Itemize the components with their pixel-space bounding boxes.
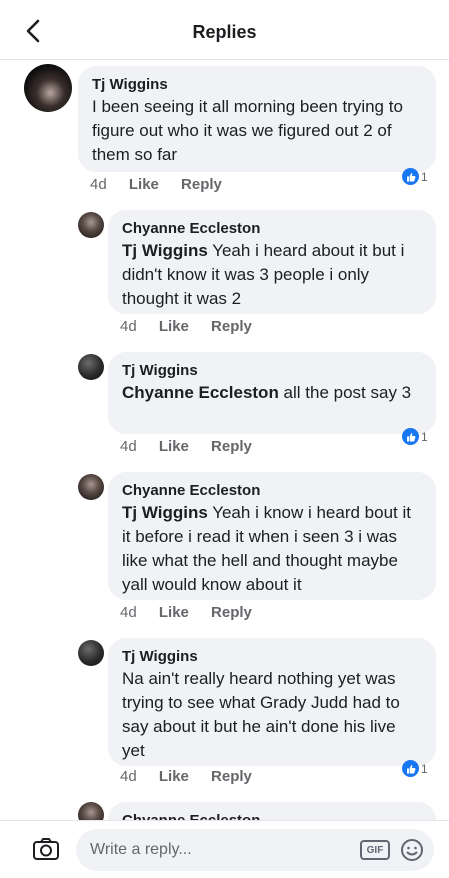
reply-comment: Chyanne Eccleston Tj Wiggins Yeah i hear… <box>0 206 449 336</box>
comment-time: 4d <box>120 318 137 335</box>
mention-link[interactable]: Tj Wiggins <box>122 503 208 522</box>
avatar[interactable] <box>24 64 72 112</box>
comment-bubble: Chyanne Eccleston <box>108 802 436 820</box>
comment-author[interactable]: Tj Wiggins <box>122 647 422 667</box>
reaction-number: 1 <box>421 429 428 444</box>
comment-author[interactable]: Chyanne Eccleston <box>122 219 422 239</box>
comment-text: Tj Wiggins Yeah i heard about it but i d… <box>122 239 422 311</box>
mention-link[interactable]: Chyanne Eccleston <box>122 383 279 402</box>
reply-input[interactable] <box>90 839 350 861</box>
reply-button[interactable]: Reply <box>211 604 252 621</box>
reaction-count[interactable]: 1 <box>402 760 428 777</box>
like-button[interactable]: Like <box>129 176 159 193</box>
comment-author[interactable]: Chyanne Eccleston <box>122 481 422 501</box>
reaction-count[interactable]: 1 <box>402 168 428 185</box>
reply-button[interactable]: Reply <box>211 768 252 785</box>
comment-author[interactable]: Tj Wiggins <box>122 361 422 381</box>
mention-link[interactable]: Tj Wiggins <box>122 241 208 260</box>
reply-comment: Chyanne Eccleston Tj Wiggins Yeah i know… <box>0 468 449 628</box>
like-reaction-icon <box>402 168 419 185</box>
comment-author[interactable]: Chyanne Eccleston <box>122 811 422 820</box>
like-button[interactable]: Like <box>159 438 189 455</box>
comment-author[interactable]: Tj Wiggins <box>92 75 422 95</box>
avatar[interactable] <box>78 212 104 238</box>
header-bar: Replies <box>0 0 449 60</box>
reply-composer: GIF <box>0 820 449 878</box>
reply-button[interactable]: Reply <box>211 438 252 455</box>
comment-text: Na ain't really heard nothing yet was tr… <box>122 669 400 760</box>
comment-text: I been seeing it all morning been trying… <box>92 97 403 164</box>
reaction-number: 1 <box>421 169 428 184</box>
comment-actions: 4d Like Reply <box>120 318 270 335</box>
like-button[interactable]: Like <box>159 604 189 621</box>
comment-actions: 4d Like Reply <box>120 438 270 455</box>
comment-body: all the post say 3 <box>278 383 412 402</box>
comment-time: 4d <box>120 604 137 621</box>
comment-actions: 4d Like Reply <box>120 604 270 621</box>
page-title: Replies <box>192 22 257 42</box>
comment-bubble: Tj Wiggins Chyanne Eccleston all the pos… <box>108 352 436 434</box>
reply-comment: Chyanne Eccleston <box>0 800 449 820</box>
comment-text: Tj Wiggins Yeah i know i heard bout it i… <box>122 501 422 597</box>
reaction-count[interactable]: 1 <box>402 428 428 445</box>
reaction-number: 1 <box>421 761 428 776</box>
replies-thread[interactable]: Tj Wiggins I been seeing it all morning … <box>0 60 449 820</box>
comment-time: 4d <box>120 438 137 455</box>
like-reaction-icon <box>402 760 419 777</box>
comment-top: Tj Wiggins I been seeing it all morning … <box>0 60 449 200</box>
reply-button[interactable]: Reply <box>181 176 222 193</box>
emoji-icon[interactable] <box>400 838 424 862</box>
avatar[interactable] <box>78 474 104 500</box>
comment-bubble: Tj Wiggins Na ain't really heard nothing… <box>108 638 436 766</box>
comment-bubble: Tj Wiggins I been seeing it all morning … <box>78 66 436 172</box>
avatar[interactable] <box>78 640 104 666</box>
reply-comment: Tj Wiggins Na ain't really heard nothing… <box>0 634 449 794</box>
gif-button[interactable]: GIF <box>360 840 390 860</box>
comment-actions: 4d Like Reply <box>90 176 240 193</box>
comment-text: Chyanne Eccleston all the post say 3 <box>122 381 422 405</box>
comment-bubble: Chyanne Eccleston Tj Wiggins Yeah i hear… <box>108 210 436 314</box>
avatar[interactable] <box>78 354 104 380</box>
avatar[interactable] <box>78 802 104 820</box>
reply-button[interactable]: Reply <box>211 318 252 335</box>
reply-comment: Tj Wiggins Chyanne Eccleston all the pos… <box>0 348 449 468</box>
reply-box: GIF <box>76 829 434 871</box>
camera-icon[interactable] <box>32 837 60 861</box>
like-reaction-icon <box>402 428 419 445</box>
like-button[interactable]: Like <box>159 768 189 785</box>
comment-bubble: Chyanne Eccleston Tj Wiggins Yeah i know… <box>108 472 436 600</box>
comment-time: 4d <box>90 176 107 193</box>
comment-time: 4d <box>120 768 137 785</box>
comment-actions: 4d Like Reply <box>120 768 270 785</box>
like-button[interactable]: Like <box>159 318 189 335</box>
